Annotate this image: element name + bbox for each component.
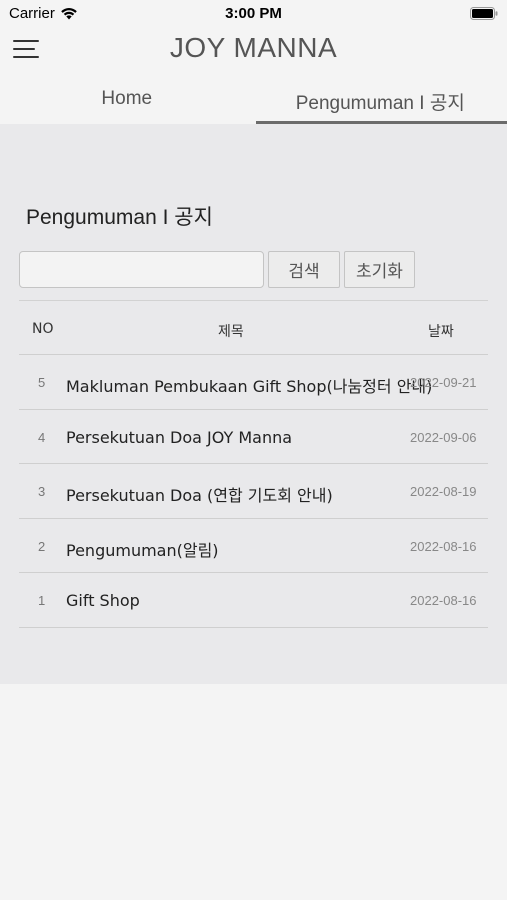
row-number: 2 <box>38 538 46 554</box>
table-header: NO 제목 날짜 <box>19 300 488 355</box>
tab-announcements[interactable]: Pengumuman I 공지 <box>254 78 507 124</box>
row-title[interactable]: Makluman Pembukaan Gift Shop(나눔정터 안내) <box>66 373 432 397</box>
row-date: 2022-08-16 <box>410 593 477 609</box>
app-header: JOY MANNA <box>0 28 507 72</box>
search-button[interactable]: 검색 <box>268 251 340 288</box>
row-number: 4 <box>38 429 46 445</box>
row-date: 2022-09-06 <box>410 429 477 445</box>
reset-button[interactable]: 초기화 <box>344 251 415 288</box>
row-title[interactable]: Persekutuan Doa (연합 기도회 안내) <box>66 482 333 506</box>
column-header-no: NO <box>32 321 54 337</box>
table-row[interactable]: 1 Gift Shop 2022-08-16 <box>19 573 488 628</box>
column-header-title: 제목 <box>218 324 244 340</box>
battery-icon <box>470 7 498 20</box>
column-header-date: 날짜 <box>428 324 454 340</box>
row-number: 3 <box>38 484 46 500</box>
table-row[interactable]: 2 Pengumuman(알림) 2022-08-16 <box>19 519 488 574</box>
tab-bar: Home Pengumuman I 공지 <box>0 78 507 124</box>
tab-home[interactable]: Home <box>0 78 254 124</box>
row-date: 2022-09-21 <box>410 375 477 390</box>
row-number: 5 <box>38 375 46 390</box>
row-title[interactable]: Gift Shop <box>66 591 140 610</box>
announcement-table: NO 제목 날짜 5 Makluman Pembukaan Gift Shop(… <box>19 300 488 628</box>
search-input[interactable] <box>19 251 264 288</box>
page-title: Pengumuman I 공지 <box>26 206 213 229</box>
table-row[interactable]: 5 Makluman Pembukaan Gift Shop(나눔정터 안내) … <box>19 355 488 410</box>
app-title: JOY MANNA <box>169 32 338 63</box>
row-date: 2022-08-19 <box>410 484 477 500</box>
table-row[interactable]: 3 Persekutuan Doa (연합 기도회 안내) 2022-08-19 <box>19 464 488 519</box>
status-bar: Carrier 3:00 PM <box>0 0 507 28</box>
row-title[interactable]: Persekutuan Doa JOY Manna <box>66 428 292 447</box>
announcement-panel: Pengumuman I 공지 검색 초기화 NO 제목 날짜 5 Maklum… <box>0 124 507 684</box>
row-number: 1 <box>38 593 46 609</box>
table-row[interactable]: 4 Persekutuan Doa JOY Manna 2022-09-06 <box>19 410 488 465</box>
row-date: 2022-08-16 <box>410 538 477 554</box>
clock: 3:00 PM <box>225 5 282 22</box>
row-title[interactable]: Pengumuman(알림) <box>66 537 219 561</box>
